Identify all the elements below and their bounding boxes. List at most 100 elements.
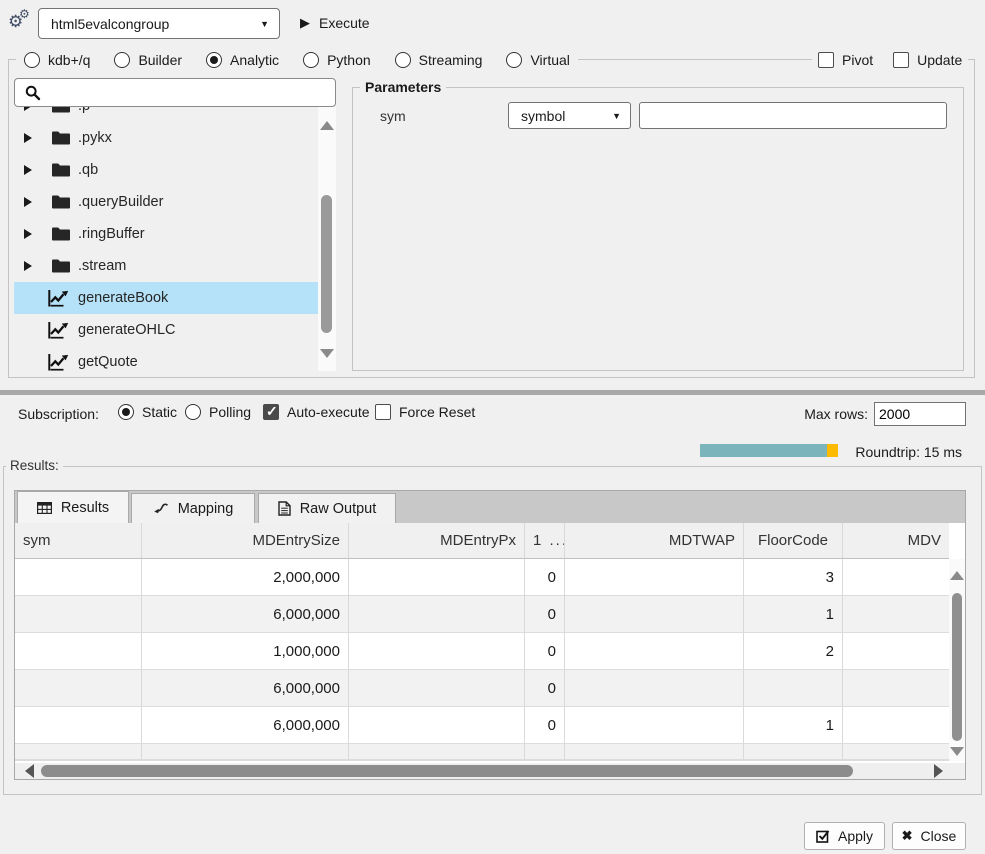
pivot-label: Pivot <box>842 52 873 68</box>
search-input[interactable] <box>14 78 336 107</box>
line-chart-icon <box>48 354 69 371</box>
scroll-up-icon[interactable] <box>950 571 964 580</box>
tab-raw-output[interactable]: Raw Output <box>258 493 396 523</box>
radio-builder[interactable]: Builder <box>114 52 182 68</box>
mapping-flow-icon <box>153 502 169 515</box>
tree-item-folder[interactable]: .pykx <box>14 122 318 154</box>
table-row[interactable]: 6,000,000 0 1 <box>15 707 949 744</box>
parameters-legend: Parameters <box>360 79 446 95</box>
cell: 0 <box>525 633 565 670</box>
table-vertical-scrollbar[interactable] <box>949 559 965 761</box>
tree-item-analytic-selected[interactable]: generateBook <box>14 282 318 314</box>
scroll-right-icon[interactable] <box>934 764 943 778</box>
settings-gear-icon[interactable]: ⚙ ⚙ <box>8 8 34 34</box>
tab-results[interactable]: Results <box>17 491 129 523</box>
tree-item-folder[interactable]: .ringBuffer <box>14 218 318 250</box>
checkbox-checked-icon <box>263 404 279 420</box>
expand-arrow-icon[interactable] <box>24 261 32 271</box>
parameters-groupbox <box>352 87 964 371</box>
scrollbar-thumb[interactable] <box>952 593 962 741</box>
cell: 0 <box>525 596 565 633</box>
checkbox-icon <box>375 404 391 420</box>
tree-scrollbar[interactable] <box>318 107 336 371</box>
auto-execute-checkbox[interactable]: Auto-execute <box>263 404 370 420</box>
expand-arrow-icon[interactable] <box>24 197 32 207</box>
update-checkbox[interactable]: Update <box>893 52 962 68</box>
tree-item-folder[interactable]: .qb <box>14 154 318 186</box>
radio-kdbq[interactable]: kdb+/q <box>24 52 90 68</box>
tree-item-folder[interactable]: .p <box>14 107 318 122</box>
polling-label: Polling <box>209 404 251 420</box>
radio-analytic-label: Analytic <box>230 52 279 68</box>
table-row[interactable]: 6,000,000 0 <box>15 670 949 707</box>
radio-virtual[interactable]: Virtual <box>506 52 569 68</box>
tree-item-analytic[interactable]: getQuote <box>14 346 318 371</box>
tree-item-label: .qb <box>78 162 98 178</box>
line-chart-icon <box>48 290 69 307</box>
results-legend: Results: <box>6 458 63 473</box>
column-header-mdentrypx[interactable]: MDEntryPx <box>349 523 525 559</box>
tree-item-analytic[interactable]: generateOHLC <box>14 314 318 346</box>
cell <box>565 559 744 596</box>
expand-arrow-icon[interactable] <box>24 133 32 143</box>
radio-python[interactable]: Python <box>303 52 371 68</box>
table-horizontal-scrollbar[interactable] <box>15 763 965 779</box>
scrollbar-thumb[interactable] <box>41 765 853 777</box>
max-rows-input[interactable] <box>874 402 966 426</box>
radio-python-label: Python <box>327 52 371 68</box>
tab-mapping[interactable]: Mapping <box>131 493 255 523</box>
column-header-truncated[interactable]: 1 ... <box>525 523 565 559</box>
force-reset-checkbox[interactable]: Force Reset <box>375 404 475 420</box>
scroll-down-icon[interactable] <box>950 747 964 756</box>
table-row[interactable]: 2,000,000 0 3 <box>15 559 949 596</box>
pivot-checkbox[interactable]: Pivot <box>818 52 873 68</box>
cell: 6,000,000 <box>142 596 349 633</box>
static-label: Static <box>142 404 177 420</box>
cell <box>349 670 525 707</box>
line-chart-icon <box>48 322 69 339</box>
tree-item-label: .ringBuffer <box>78 226 145 242</box>
cell: 1,000,000 <box>142 633 349 670</box>
tree-item-folder[interactable]: .queryBuilder <box>14 186 318 218</box>
radio-streaming[interactable]: Streaming <box>395 52 483 68</box>
update-label: Update <box>917 52 962 68</box>
column-header-mdtwap[interactable]: MDTWAP <box>565 523 744 559</box>
column-header-mdvwap[interactable]: MDV <box>843 523 949 559</box>
cell <box>843 744 949 760</box>
tree-item-label: generateBook <box>78 290 168 306</box>
tree-item-label: .p <box>78 107 90 114</box>
cell <box>525 744 565 760</box>
scroll-down-icon[interactable] <box>320 349 334 358</box>
table-row[interactable]: 1,000,000 0 2 <box>15 633 949 670</box>
table-header-row: sym MDEntrySize MDEntryPx 1 ... MDTWAP F… <box>15 523 949 559</box>
radio-polling[interactable]: Polling <box>185 404 251 420</box>
column-header-floorcode[interactable]: FloorCode <box>744 523 843 559</box>
column-header-mdentrysize[interactable]: MDEntrySize <box>142 523 349 559</box>
table-row[interactable]: 6,000,000 0 1 <box>15 596 949 633</box>
radio-static[interactable]: Static <box>118 404 177 420</box>
expand-arrow-icon[interactable] <box>24 165 32 175</box>
connection-dropdown[interactable]: html5evalcongroup ▼ <box>38 8 280 39</box>
scroll-up-icon[interactable] <box>320 121 334 130</box>
splitter-handle[interactable] <box>0 390 985 395</box>
chevron-down-icon: ▼ <box>260 19 269 29</box>
execute-button[interactable]: ▶ Execute <box>300 10 370 36</box>
radio-analytic[interactable]: Analytic <box>206 52 279 68</box>
radio-selected-icon <box>118 404 134 420</box>
apply-button[interactable]: Apply <box>804 822 885 850</box>
param-type-dropdown[interactable]: symbol ▼ <box>508 102 631 129</box>
cell <box>15 670 142 707</box>
cell: 1 <box>744 707 843 744</box>
execute-label: Execute <box>319 15 370 31</box>
expand-arrow-icon[interactable] <box>24 107 32 111</box>
expand-arrow-icon[interactable] <box>24 229 32 239</box>
type-selector: kdb+/q Builder Analytic Python Streaming… <box>16 47 578 73</box>
scroll-left-icon[interactable] <box>25 764 34 778</box>
search-icon <box>25 85 41 101</box>
scrollbar-thumb[interactable] <box>321 195 332 333</box>
close-button[interactable]: ✖ Close <box>892 822 966 850</box>
column-header-sym[interactable]: sym <box>15 523 142 559</box>
tree-item-folder[interactable]: .stream <box>14 250 318 282</box>
param-value-input[interactable] <box>639 102 947 129</box>
radio-icon <box>506 52 522 68</box>
